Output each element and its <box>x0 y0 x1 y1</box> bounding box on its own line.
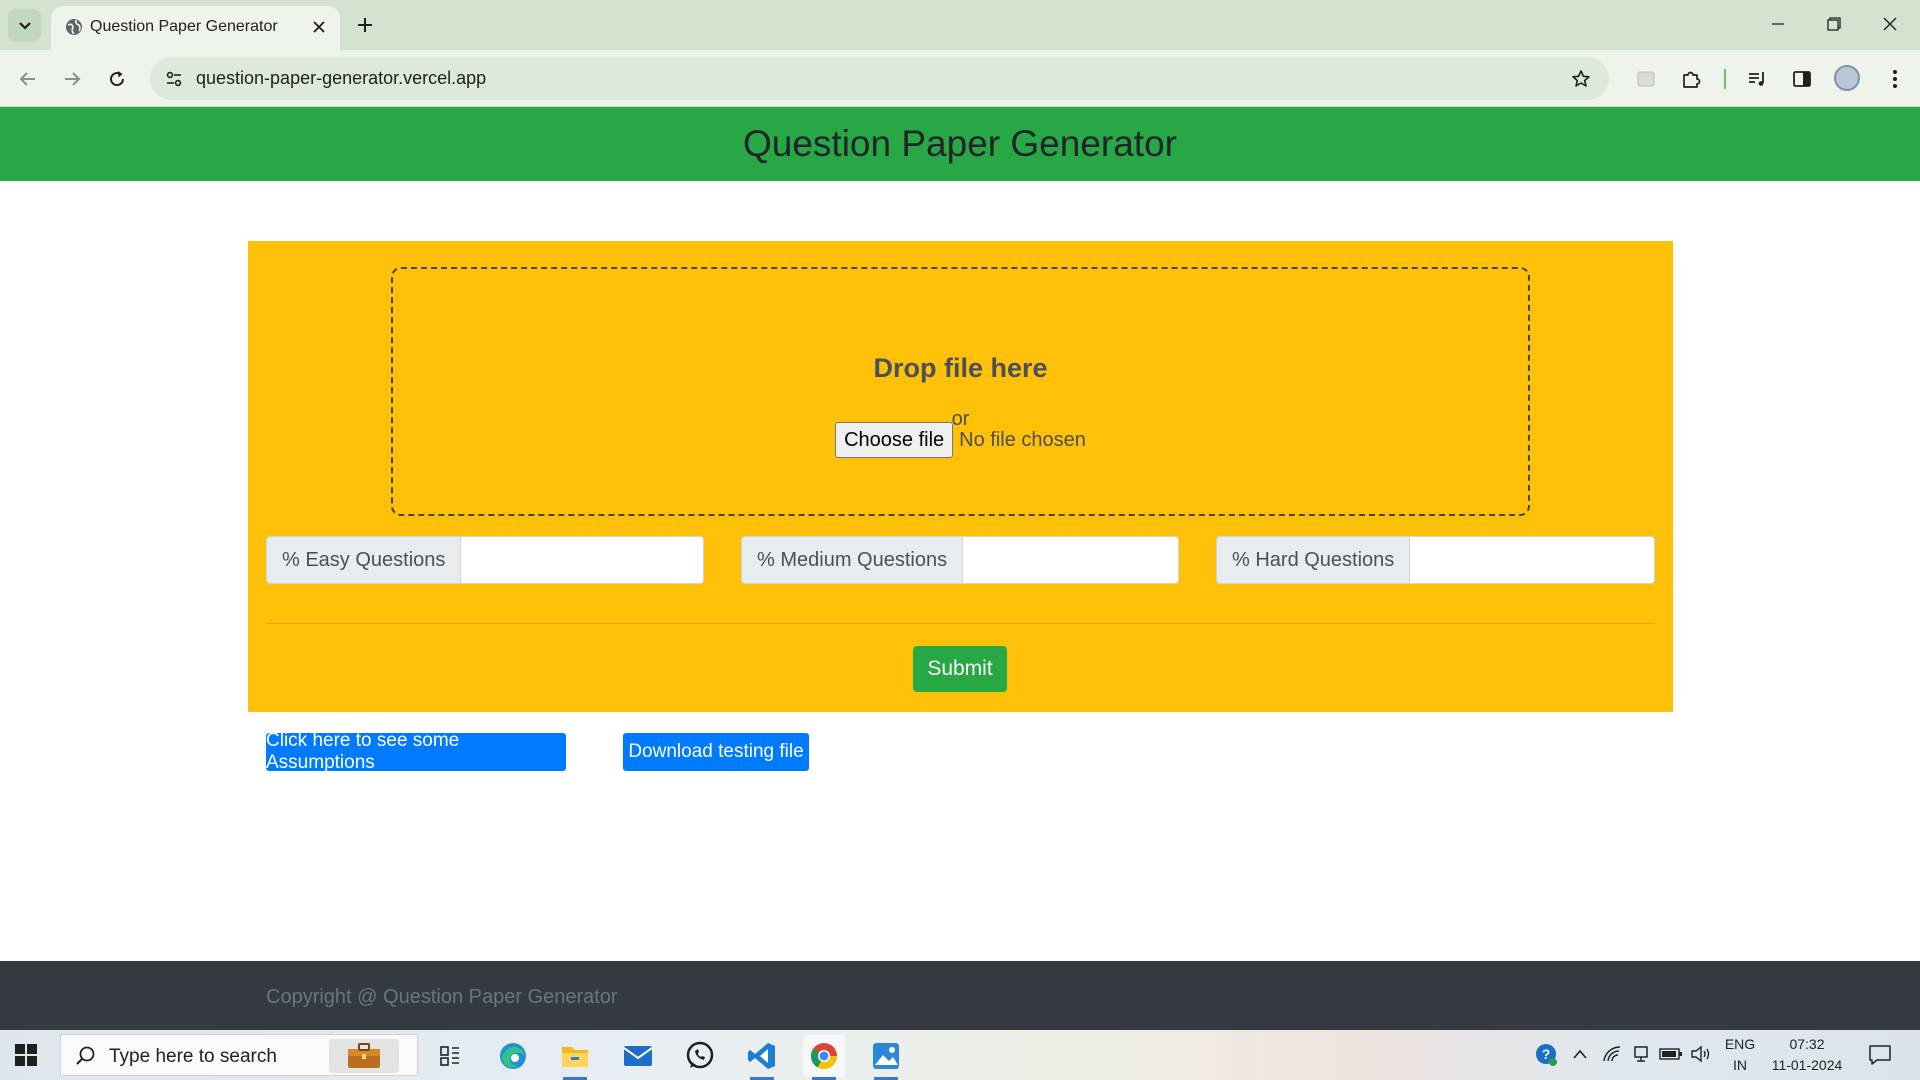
wifi-icon[interactable] <box>1601 1042 1623 1066</box>
minimize-icon <box>1772 23 1784 25</box>
address-bar[interactable]: question-paper-generator.vercel.app <box>150 57 1609 100</box>
taskbar-search-placeholder: Type here to search <box>109 1046 277 1067</box>
close-window-button[interactable] <box>1870 8 1910 40</box>
file-dropzone[interactable]: Drop file here or Choose file No file ch… <box>391 267 1530 516</box>
profile-avatar[interactable] <box>1834 65 1860 91</box>
url-text: question-paper-generator.vercel.app <box>196 68 487 88</box>
file-explorer-icon[interactable] <box>554 1035 596 1080</box>
arrow-left-icon <box>19 72 35 86</box>
globe-icon <box>66 19 82 35</box>
no-file-chosen-text: No file chosen <box>959 428 1086 451</box>
medium-questions-label: % Medium Questions <box>741 536 964 584</box>
chevron-down-icon <box>18 21 31 30</box>
tab-close-icon[interactable] <box>308 16 330 38</box>
back-button[interactable] <box>13 64 43 94</box>
volume-icon[interactable] <box>1689 1042 1713 1066</box>
hard-questions-group: % Hard Questions <box>1216 536 1655 584</box>
restore-button[interactable] <box>1814 8 1854 40</box>
file-input: Choose file No file chosen <box>393 422 1528 458</box>
chrome-icon[interactable] <box>803 1035 845 1080</box>
dropzone-title: Drop file here <box>873 353 1048 383</box>
easy-questions-input[interactable] <box>461 536 704 584</box>
footer-copyright: Copyright @ Question Paper Generator <box>266 986 618 1008</box>
restore-icon <box>1827 17 1841 31</box>
taskbar-search-box[interactable]: Type here to search <box>60 1034 418 1076</box>
minimize-button[interactable] <box>1758 8 1798 40</box>
task-view-icon[interactable] <box>429 1035 471 1077</box>
submit-button[interactable]: Submit <box>913 646 1007 692</box>
edge-browser-icon[interactable] <box>492 1035 534 1077</box>
browser-toolbar: question-paper-generator.vercel.app <box>0 50 1920 107</box>
download-testing-file-button[interactable]: Download testing file <box>623 733 809 771</box>
search-icon <box>76 1046 95 1065</box>
language-indicator[interactable]: ENG <box>1720 1036 1760 1052</box>
clock-time[interactable]: 07:32 <box>1762 1036 1852 1052</box>
vscode-icon[interactable] <box>741 1035 783 1080</box>
browser-tab-active[interactable]: Question Paper Generator <box>51 6 340 50</box>
medium-questions-input[interactable] <box>963 536 1179 584</box>
medium-questions-group: % Medium Questions <box>741 536 1179 584</box>
page-footer: Copyright @ Question Paper Generator <box>0 961 1920 1030</box>
region-indicator[interactable]: IN <box>1720 1057 1760 1073</box>
svg-text:?: ? <box>1542 1046 1551 1062</box>
close-icon <box>1883 17 1897 31</box>
new-tab-button[interactable] <box>352 12 378 38</box>
windows-taskbar: Type here to search ? ENG IN 07:32 11-01… <box>0 1030 1920 1080</box>
puzzle-icon[interactable] <box>1676 64 1706 94</box>
more-menu-icon[interactable] <box>1880 64 1910 94</box>
windows-start-icon[interactable] <box>14 1043 38 1067</box>
mail-icon[interactable] <box>617 1035 659 1077</box>
forward-button[interactable] <box>57 64 87 94</box>
assumptions-button[interactable]: Click here to see some Assumptions <box>266 730 566 773</box>
side-panel-icon[interactable] <box>1787 64 1817 94</box>
battery-icon[interactable] <box>1658 1042 1684 1066</box>
tab-title: Question Paper Generator <box>90 18 278 35</box>
arrow-right-icon <box>65 72 81 86</box>
chevron-up-icon[interactable] <box>1571 1042 1589 1066</box>
briefcase-icon[interactable] <box>329 1039 399 1073</box>
hard-questions-input[interactable] <box>1410 536 1655 584</box>
choose-file-button[interactable]: Choose file <box>835 422 954 458</box>
browser-tabstrip: Question Paper Generator <box>0 0 1920 50</box>
toolbar-separator <box>1724 69 1726 89</box>
site-info-icon[interactable] <box>160 65 188 93</box>
upload-card: Drop file here or Choose file No file ch… <box>248 241 1673 712</box>
clock-date[interactable]: 11-01-2024 <box>1762 1057 1852 1073</box>
media-control-icon[interactable] <box>1742 64 1772 94</box>
whatsapp-icon[interactable] <box>679 1035 721 1077</box>
easy-questions-label: % Easy Questions <box>266 536 462 584</box>
tab-search-button[interactable] <box>8 9 41 42</box>
easy-questions-group: % Easy Questions <box>266 536 704 584</box>
app-header: Question Paper Generator <box>0 107 1920 181</box>
plus-icon <box>358 18 372 32</box>
reload-button[interactable] <box>102 64 132 94</box>
reload-icon <box>110 71 125 87</box>
help-icon[interactable]: ? <box>1535 1042 1559 1068</box>
notification-icon[interactable] <box>1866 1042 1894 1068</box>
card-divider <box>266 623 1655 624</box>
bookmark-star-icon[interactable] <box>1567 65 1595 93</box>
hard-questions-label: % Hard Questions <box>1216 536 1411 584</box>
page-title: Question Paper Generator <box>743 123 1177 164</box>
extension-icon[interactable] <box>1631 64 1661 94</box>
photos-icon[interactable] <box>865 1035 907 1080</box>
network-device-icon[interactable] <box>1630 1042 1652 1066</box>
